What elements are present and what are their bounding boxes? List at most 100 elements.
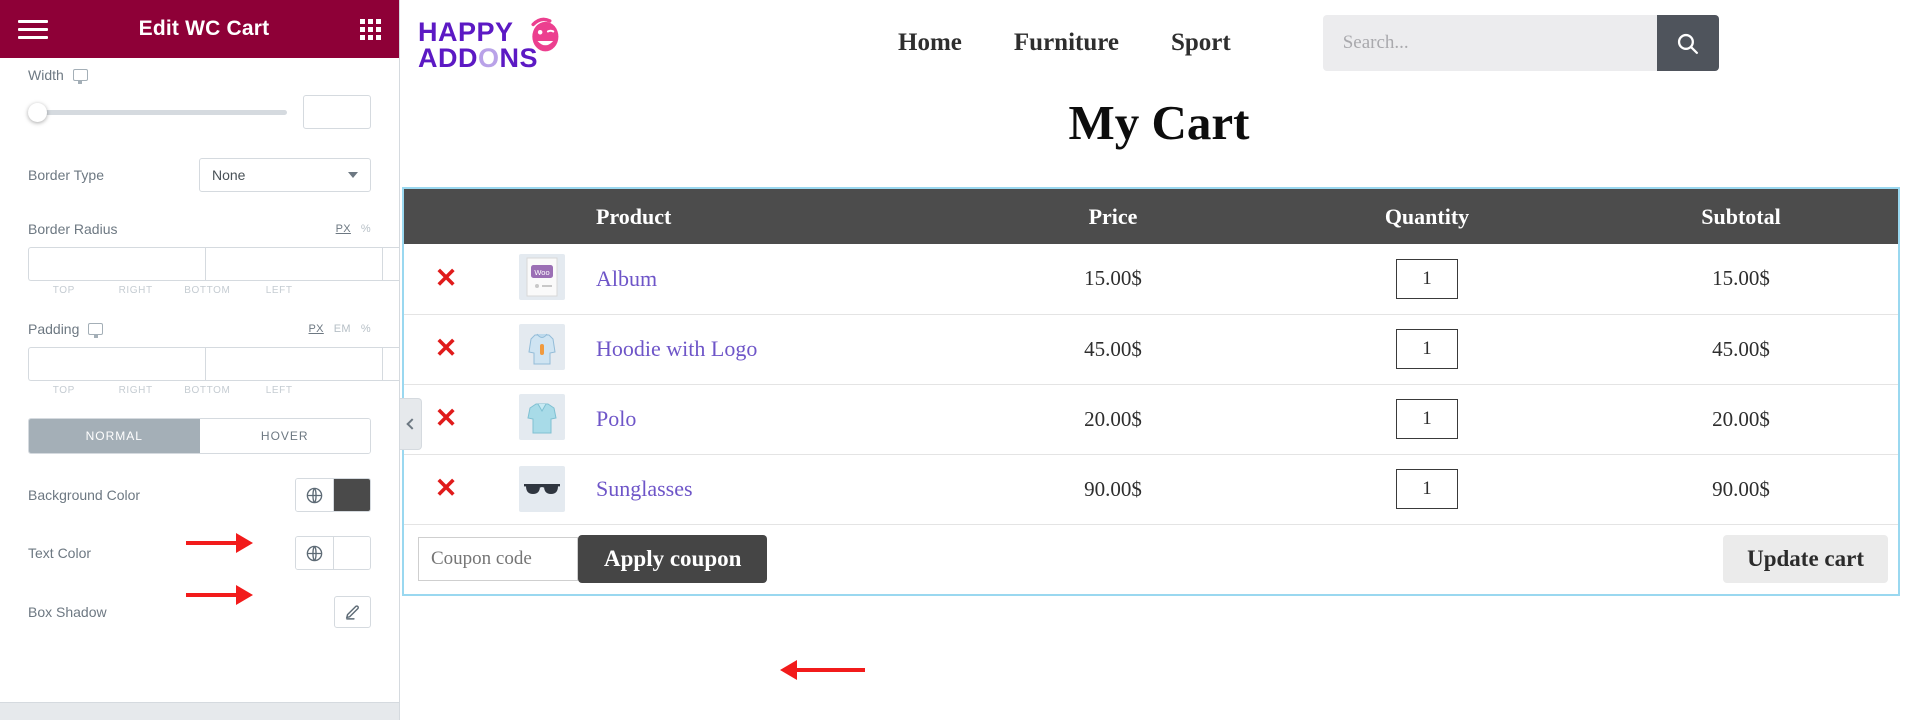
unit-em[interactable]: EM bbox=[334, 323, 351, 335]
remove-item-icon[interactable]: ✕ bbox=[435, 333, 458, 363]
cell-price: 15.00$ bbox=[956, 244, 1270, 315]
tab-normal[interactable]: NORMAL bbox=[29, 419, 200, 453]
padding-right-input[interactable] bbox=[205, 347, 382, 381]
hamburger-icon[interactable] bbox=[18, 19, 48, 39]
control-background-color: Background Color bbox=[28, 478, 371, 512]
border-type-select[interactable]: None bbox=[199, 158, 371, 192]
woo-placeholder-image[interactable]: Woo bbox=[519, 254, 565, 301]
site-logo[interactable]: HAPPY ADDONS bbox=[418, 14, 559, 73]
unit-px[interactable]: PX bbox=[309, 323, 324, 335]
col-quantity: Quantity bbox=[1270, 189, 1584, 244]
nav-item-home[interactable]: Home bbox=[898, 29, 962, 57]
site-header: HAPPY ADDONS Home Furniture Sport bbox=[400, 0, 1918, 86]
cell-product-name: Hoodie with Logo bbox=[596, 314, 956, 385]
nav-item-furniture[interactable]: Furniture bbox=[1014, 29, 1119, 57]
remove-item-icon[interactable]: ✕ bbox=[435, 473, 458, 503]
cell-thumbnail bbox=[488, 314, 596, 385]
border-type-label: Border Type bbox=[28, 167, 105, 183]
cell-product-name: Sunglasses bbox=[596, 454, 956, 525]
desktop-monitor-icon[interactable] bbox=[72, 69, 88, 84]
cell-subtotal: 20.00$ bbox=[1584, 384, 1898, 455]
cell-quantity: 1 bbox=[1270, 384, 1584, 455]
unit-percent[interactable]: % bbox=[361, 223, 371, 235]
padding-side-labels: TOP RIGHT BOTTOM LEFT bbox=[28, 385, 371, 396]
cart-widget: Product Price Quantity Subtotal ✕ Woo Al… bbox=[402, 187, 1900, 596]
panel-header: Edit WC Cart bbox=[0, 0, 399, 58]
search-button[interactable] bbox=[1656, 15, 1719, 71]
cell-quantity: 1 bbox=[1270, 454, 1584, 525]
cell-product-name: Album bbox=[596, 244, 956, 315]
width-input[interactable] bbox=[303, 95, 371, 129]
search-bar bbox=[1322, 15, 1719, 71]
hoodie-image[interactable] bbox=[519, 324, 565, 370]
sunglasses-image[interactable] bbox=[519, 466, 565, 512]
cell-price: 45.00$ bbox=[956, 314, 1270, 385]
logo-line-2: ADDONS bbox=[418, 43, 538, 73]
quantity-input[interactable]: 1 bbox=[1396, 469, 1458, 509]
grid-icon[interactable] bbox=[360, 18, 381, 40]
table-row: ✕ Sunglasses 90.00$ 1 90.00$ bbox=[404, 454, 1898, 525]
polo-shirt-image[interactable] bbox=[519, 394, 565, 440]
slider-thumb[interactable] bbox=[28, 102, 47, 122]
width-label-row: Width bbox=[28, 67, 371, 84]
border-radius-units: PX % bbox=[336, 223, 371, 235]
width-slider-row bbox=[28, 95, 371, 129]
cell-remove: ✕ bbox=[404, 244, 488, 315]
box-shadow-label: Box Shadow bbox=[28, 604, 107, 620]
edit-pencil-icon[interactable] bbox=[334, 596, 371, 628]
coupon-code-input[interactable] bbox=[418, 537, 578, 582]
page-title: My Cart bbox=[1068, 95, 1250, 150]
product-link[interactable]: Sunglasses bbox=[596, 476, 693, 501]
label-spacer bbox=[315, 285, 371, 296]
quantity-input[interactable]: 1 bbox=[1396, 399, 1458, 439]
svg-text:Woo: Woo bbox=[534, 268, 549, 277]
product-link[interactable]: Polo bbox=[596, 406, 636, 431]
cell-price: 90.00$ bbox=[956, 454, 1270, 525]
padding-inputs bbox=[28, 347, 399, 381]
col-product: Product bbox=[596, 189, 956, 244]
apply-coupon-button[interactable]: Apply coupon bbox=[578, 535, 768, 584]
border-radius-top-input[interactable] bbox=[28, 247, 205, 281]
globe-icon[interactable] bbox=[296, 479, 333, 511]
nav-item-sport[interactable]: Sport bbox=[1171, 29, 1231, 57]
quantity-input[interactable]: 1 bbox=[1396, 258, 1458, 299]
unit-px[interactable]: PX bbox=[336, 223, 351, 235]
quantity-input[interactable]: 1 bbox=[1396, 329, 1458, 369]
panel-collapse-handle[interactable] bbox=[400, 398, 422, 450]
border-radius-right-input[interactable] bbox=[205, 247, 382, 281]
background-color-swatch[interactable] bbox=[333, 479, 370, 511]
control-box-shadow: Box Shadow bbox=[28, 596, 371, 628]
width-slider[interactable] bbox=[28, 102, 287, 122]
border-radius-side-labels: TOP RIGHT BOTTOM LEFT bbox=[28, 285, 371, 296]
border-radius-bottom-input[interactable] bbox=[382, 247, 399, 281]
cell-thumbnail bbox=[488, 384, 596, 455]
globe-icon[interactable] bbox=[296, 537, 333, 569]
border-radius-label-row: Border Radius PX % bbox=[28, 221, 371, 237]
col-subtotal: Subtotal bbox=[1584, 189, 1898, 244]
padding-top-input[interactable] bbox=[28, 347, 205, 381]
site-preview: HAPPY ADDONS Home Furniture Sport Search… bbox=[400, 0, 1918, 720]
cell-thumbnail: Woo bbox=[488, 244, 596, 315]
cell-quantity: 1 bbox=[1270, 314, 1584, 385]
remove-item-icon[interactable]: ✕ bbox=[435, 263, 458, 293]
text-color-swatch[interactable] bbox=[333, 537, 370, 569]
label-top: TOP bbox=[52, 285, 75, 296]
update-cart-button[interactable]: Update cart bbox=[1723, 535, 1888, 584]
site-nav: Home Furniture Sport bbox=[898, 29, 1231, 57]
cell-remove: ✕ bbox=[404, 454, 488, 525]
slider-track bbox=[28, 109, 287, 115]
coupon-row: Apply coupon Update cart bbox=[404, 524, 1898, 594]
remove-item-icon[interactable]: ✕ bbox=[435, 403, 458, 433]
logo-line2-pre: ADD bbox=[418, 43, 478, 73]
desktop-monitor-icon[interactable] bbox=[88, 323, 104, 338]
tab-hover[interactable]: HOVER bbox=[199, 419, 370, 453]
text-color-label: Text Color bbox=[28, 545, 92, 561]
annotation-arrow-apply-coupon bbox=[780, 660, 865, 680]
unit-percent[interactable]: % bbox=[361, 323, 371, 335]
product-link[interactable]: Album bbox=[596, 266, 657, 291]
table-row: ✕ Hoodie with Logo 45.00$ 1 45.00$ bbox=[404, 314, 1898, 385]
panel-footer-strip bbox=[0, 702, 399, 720]
product-link[interactable]: Hoodie with Logo bbox=[596, 336, 757, 361]
padding-bottom-input[interactable] bbox=[382, 347, 399, 381]
search-input[interactable] bbox=[1322, 15, 1657, 71]
